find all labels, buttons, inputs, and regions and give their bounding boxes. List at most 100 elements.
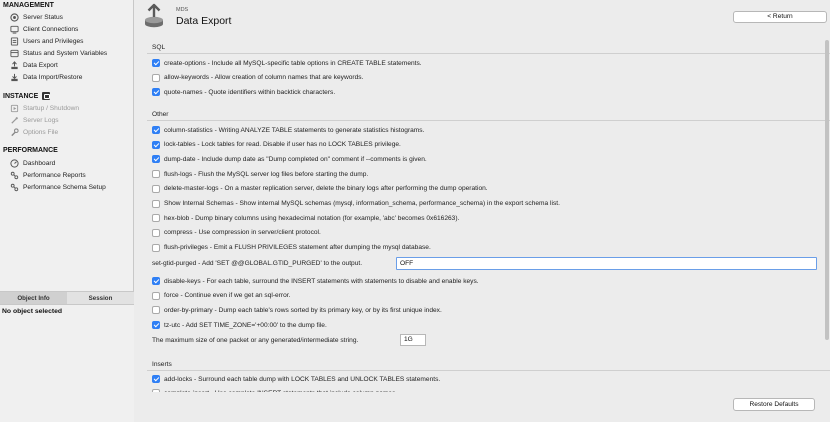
- option-row[interactable]: compress - Use compression in server/cli…: [152, 228, 321, 238]
- section-title-instance: INSTANCE: [3, 92, 51, 100]
- option-label: hex-blob - Dump binary columns using hex…: [164, 214, 460, 222]
- option-row[interactable]: create-options - Include all MySQL-speci…: [152, 58, 422, 68]
- option-checkbox[interactable]: [152, 73, 160, 82]
- option-label: lock-tables - Lock tables for read. Disa…: [164, 141, 401, 149]
- server-logs-icon: [11, 117, 18, 124]
- option-label: tz-utc - Add SET TIME_ZONE='+00:00' to t…: [164, 321, 327, 329]
- object-panel-empty-text: No object selected: [2, 308, 63, 315]
- sidebar-item-status-variables[interactable]: Status and System Variables: [10, 48, 107, 59]
- return-button[interactable]: < Return: [733, 11, 827, 23]
- data-export-icon: [11, 61, 18, 70]
- section-title-performance: PERFORMANCE: [3, 147, 58, 154]
- options-file-icon: [11, 128, 19, 137]
- gtid-purged-input[interactable]: OFF: [396, 257, 817, 270]
- option-checkbox[interactable]: [152, 306, 160, 315]
- option-checkbox[interactable]: [152, 59, 160, 67]
- option-checkbox[interactable]: [152, 88, 160, 97]
- sidebar-item-performance-reports[interactable]: Performance Reports: [10, 170, 86, 181]
- option-row[interactable]: column-statistics - Writing ANALYZE TABL…: [152, 125, 424, 135]
- tab-object-info[interactable]: Object Info: [0, 292, 67, 304]
- option-checkbox[interactable]: [152, 199, 160, 208]
- data-import-icon: [11, 73, 18, 82]
- sidebar-item-label: Users and Privileges: [23, 38, 84, 45]
- option-label: flush-logs - Flush the MySQL server log …: [164, 170, 369, 178]
- instance-title: INSTANCE: [3, 92, 39, 100]
- sidebar-item-data-import[interactable]: Data Import/Restore: [10, 72, 82, 83]
- sidebar-item-dashboard[interactable]: Dashboard: [10, 158, 55, 169]
- option-row[interactable]: Show Internal Schemas - Show internal My…: [152, 199, 560, 209]
- option-checkbox[interactable]: [152, 170, 160, 179]
- option-row[interactable]: flush-logs - Flush the MySQL server log …: [152, 169, 368, 179]
- sidebar-item-label: Data Import/Restore: [23, 74, 83, 81]
- startup-icon: [10, 104, 19, 113]
- option-checkbox[interactable]: [152, 126, 160, 134]
- sidebar-item-label: Data Export: [23, 62, 58, 69]
- option-row[interactable]: hex-blob - Dump binary columns using hex…: [152, 213, 459, 223]
- option-row[interactable]: order-by-primary - Dump each table's row…: [152, 305, 442, 315]
- packet-size-input[interactable]: 1G: [400, 334, 426, 346]
- option-checkbox[interactable]: [152, 214, 160, 223]
- sidebar-item-performance-schema-setup[interactable]: Performance Schema Setup: [10, 182, 106, 193]
- option-row[interactable]: disable-keys - For each table, surround …: [152, 276, 479, 286]
- other-section-title: Other: [152, 111, 169, 118]
- option-label: order-by-primary - Dump each table's row…: [164, 306, 442, 314]
- vertical-scrollbar[interactable]: [824, 40, 830, 370]
- option-label: delete-master-logs - On a master replica…: [164, 185, 488, 193]
- sidebar-item-data-export[interactable]: Data Export: [10, 60, 58, 71]
- sidebar-item-label: Server Status: [23, 14, 63, 21]
- option-checkbox[interactable]: [152, 277, 160, 285]
- sidebar-item-client-connections[interactable]: Client Connections: [10, 24, 78, 35]
- header: MDS Data Export < Return: [135, 0, 830, 38]
- sidebar-item-options-file[interactable]: Options File: [10, 127, 58, 138]
- server-status-icon: [10, 13, 19, 22]
- option-checkbox[interactable]: [152, 140, 160, 149]
- option-row[interactable]: quote-names - Quote identifiers within b…: [152, 87, 335, 97]
- sidebar: MANAGEMENT Server Status Client Connecti…: [0, 0, 134, 422]
- option-row[interactable]: allow-keywords - Allow creation of colum…: [152, 73, 363, 83]
- inserts-section-title: Inserts: [152, 361, 172, 368]
- option-label: add-locks - Surround each table dump wit…: [164, 375, 441, 383]
- sidebar-item-label: Client Connections: [23, 26, 79, 33]
- option-label: quote-names - Quote identifiers within b…: [164, 88, 336, 96]
- option-row[interactable]: force - Continue even if we get an sql-e…: [152, 291, 290, 301]
- tab-session[interactable]: Session: [67, 292, 134, 304]
- option-label: dump-date - Include dump date as "Dump c…: [164, 155, 427, 163]
- sql-section-title: SQL: [152, 44, 166, 51]
- restore-defaults-button[interactable]: Restore Defaults: [733, 398, 815, 411]
- sidebar-item-server-status[interactable]: Server Status: [10, 12, 63, 23]
- options-scroll-area[interactable]: SQL create-options - Include all MySQL-s…: [147, 40, 830, 392]
- divider: [147, 370, 830, 371]
- option-label: compress - Use compression in server/cli…: [164, 229, 321, 237]
- sidebar-item-label: Options File: [23, 129, 59, 136]
- sidebar-item-startup-shutdown[interactable]: Startup / Shutdown: [10, 103, 79, 114]
- sidebar-item-server-logs[interactable]: Server Logs: [10, 115, 59, 126]
- option-label: allow-keywords - Allow creation of colum…: [164, 74, 364, 82]
- option-checkbox[interactable]: [152, 184, 160, 193]
- option-checkbox[interactable]: [152, 291, 160, 300]
- sidebar-item-label: Status and System Variables: [23, 50, 108, 57]
- management-title: MANAGEMENT: [3, 2, 54, 9]
- option-row[interactable]: tz-utc - Add SET TIME_ZONE='+00:00' to t…: [152, 320, 327, 330]
- option-checkbox[interactable]: [152, 243, 160, 252]
- page-title: Data Export: [176, 15, 232, 27]
- option-checkbox[interactable]: [152, 321, 160, 330]
- footer: Restore Defaults: [135, 392, 830, 422]
- variables-icon: [10, 49, 19, 58]
- option-label: flush-privileges - Emit a FLUSH PRIVILEG…: [164, 244, 431, 252]
- sidebar-item-users-privileges[interactable]: Users and Privileges: [10, 36, 83, 47]
- option-row[interactable]: flush-privileges - Emit a FLUSH PRIVILEG…: [152, 243, 431, 253]
- data-export-logo-icon: [145, 3, 163, 28]
- instance-icon: [42, 92, 51, 100]
- option-row[interactable]: delete-master-logs - On a master replica…: [152, 184, 488, 194]
- option-row[interactable]: lock-tables - Lock tables for read. Disa…: [152, 140, 401, 150]
- sidebar-item-label: Dashboard: [23, 160, 56, 167]
- option-row[interactable]: add-locks - Surround each table dump wit…: [152, 374, 440, 384]
- sidebar-item-label: Performance Reports: [23, 172, 86, 179]
- main-panel: MDS Data Export < Return SQL create-opti…: [135, 0, 830, 422]
- option-checkbox[interactable]: [152, 155, 160, 164]
- option-row[interactable]: dump-date - Include dump date as "Dump c…: [152, 154, 427, 164]
- option-checkbox[interactable]: [152, 228, 160, 237]
- scrollbar-thumb[interactable]: [825, 40, 829, 340]
- client-connections-icon: [10, 25, 19, 34]
- option-checkbox[interactable]: [152, 375, 160, 383]
